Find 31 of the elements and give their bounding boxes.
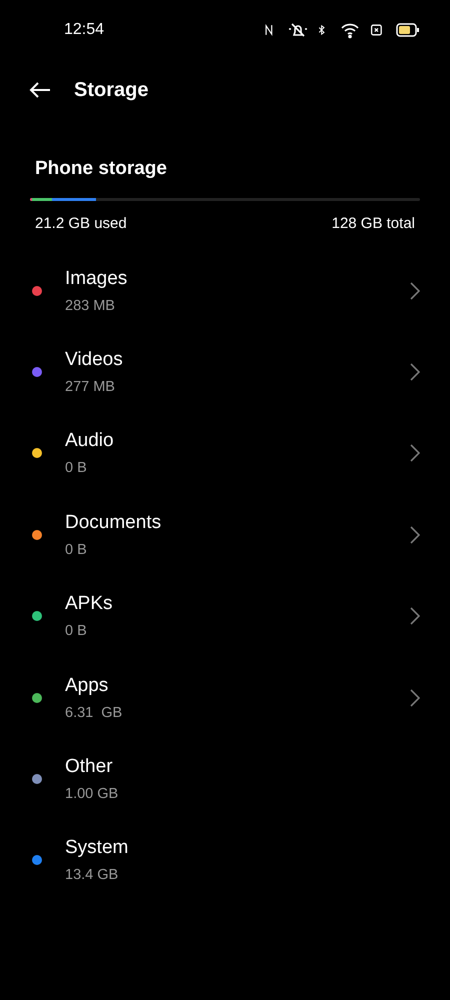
status-time: 12:54 bbox=[64, 21, 104, 39]
chevron-icon[interactable] bbox=[410, 363, 420, 382]
category-name[interactable]: Videos bbox=[65, 349, 410, 372]
chevron-icon[interactable] bbox=[410, 526, 420, 544]
category-name[interactable]: Images bbox=[65, 268, 410, 290]
category-size: 277 MB bbox=[65, 379, 116, 396]
chevron-icon[interactable] bbox=[410, 607, 420, 626]
section-title: Phone storage bbox=[35, 158, 168, 180]
category-size: 13.4 GB bbox=[65, 867, 120, 884]
category-size: 0 B bbox=[65, 623, 88, 640]
wifi-icon bbox=[340, 21, 360, 39]
category-name[interactable]: Audio bbox=[65, 430, 410, 452]
category-size: 0 B bbox=[65, 542, 88, 558]
used-label: 21.2 GB used bbox=[35, 215, 127, 232]
category-size: 1.00 GB bbox=[65, 786, 120, 802]
muted-bell-icon bbox=[288, 21, 308, 39]
category-name[interactable]: System bbox=[65, 837, 420, 860]
category-size: 283 MB bbox=[65, 298, 116, 314]
category-name[interactable]: Other bbox=[65, 756, 420, 778]
chevron-icon[interactable] bbox=[410, 688, 420, 707]
page-title: Storage bbox=[74, 78, 148, 102]
category-size: 6.31 GB bbox=[65, 704, 124, 721]
category-name[interactable]: Apps bbox=[65, 674, 410, 697]
chevron-icon[interactable] bbox=[410, 444, 420, 462]
total-label: 128 GB total bbox=[332, 215, 415, 232]
battery-icon bbox=[396, 23, 420, 37]
chevron-icon[interactable] bbox=[410, 282, 420, 300]
category-name[interactable]: Documents bbox=[65, 512, 410, 534]
back-icon[interactable] bbox=[28, 81, 52, 99]
category-name[interactable]: APKs bbox=[65, 593, 410, 616]
category-size: 0 B bbox=[65, 460, 88, 476]
